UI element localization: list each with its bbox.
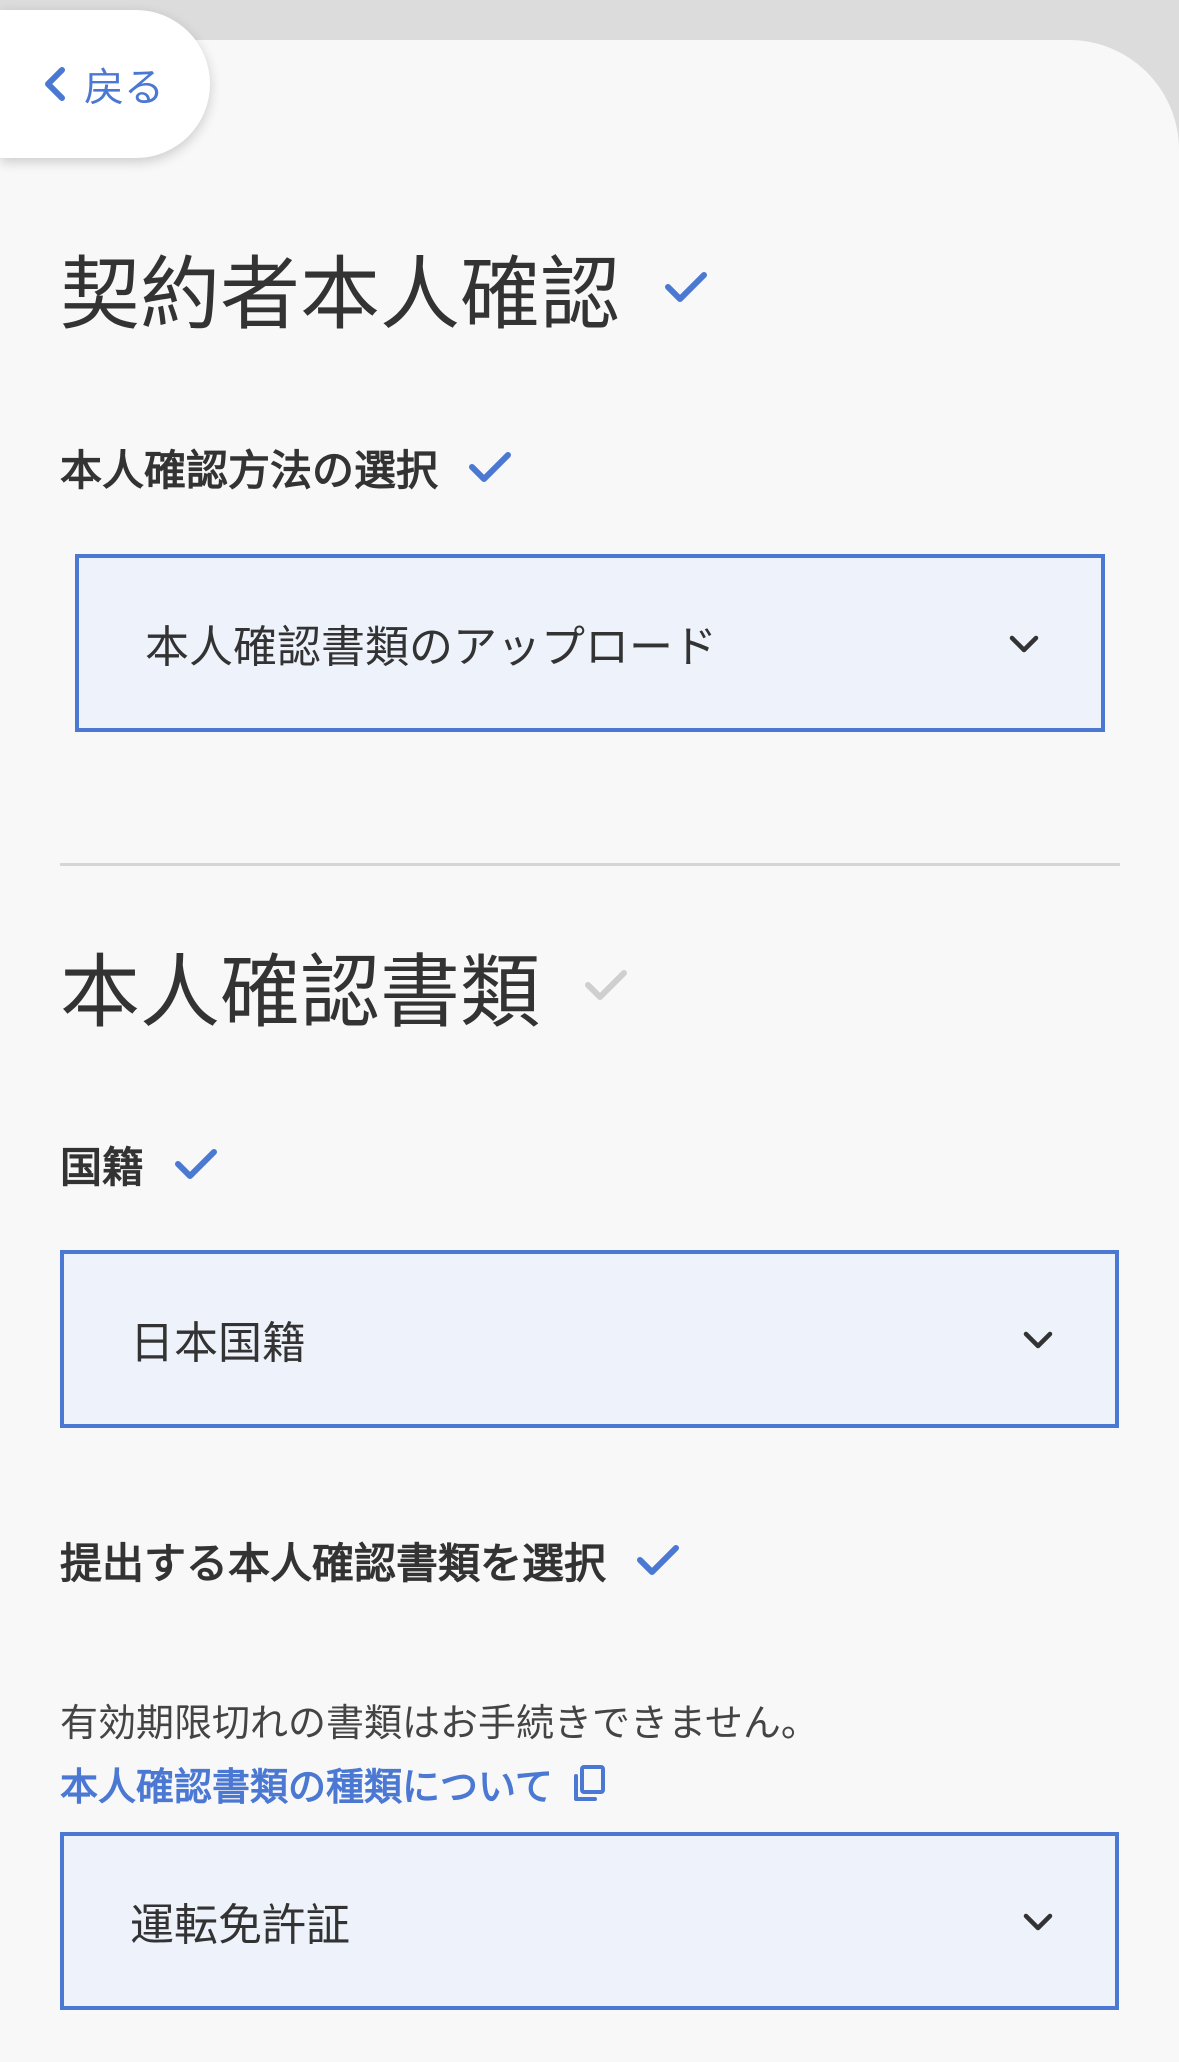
- method-selection-label: 本人確認方法の選択: [60, 437, 512, 498]
- document-type-select-value: 運転免許証: [130, 1900, 350, 1951]
- check-icon: [637, 1544, 680, 1575]
- document-types-info-link-text: 本人確認書類の種類について: [60, 1765, 553, 1809]
- method-select-value: 本人確認書類のアップロード: [145, 622, 717, 673]
- check-icon: [469, 451, 512, 482]
- nationality-select-value: 日本国籍: [130, 1318, 306, 1369]
- method-select[interactable]: 本人確認書類のアップロード: [75, 554, 1105, 732]
- document-type-select[interactable]: 運転免許証: [60, 1832, 1119, 2010]
- document-types-info-link[interactable]: 本人確認書類の種類について: [60, 1756, 607, 1811]
- chevron-down-icon: [1023, 1913, 1053, 1931]
- chevron-down-icon: [1023, 1331, 1053, 1349]
- section-title-contractor-verification: 契約者本人確認: [60, 230, 708, 346]
- section-divider: [60, 863, 1120, 866]
- chevron-down-icon: [1009, 635, 1039, 653]
- section-title-text: 契約者本人確認: [60, 248, 620, 341]
- form-sheet: 契約者本人確認 本人確認方法の選択 本人確認書類のアップロード 本人確認書類 国…: [0, 40, 1179, 2062]
- back-button[interactable]: 戻る: [0, 10, 210, 158]
- section-title-text: 本人確認書類: [60, 946, 540, 1039]
- nationality-label-text: 国籍: [60, 1143, 145, 1192]
- section-title-identity-documents: 本人確認書類: [60, 928, 628, 1044]
- back-label: 戻る: [84, 65, 164, 111]
- check-icon: [585, 970, 627, 1000]
- check-icon: [175, 1148, 218, 1179]
- document-type-label: 提出する本人確認書類を選択: [60, 1530, 680, 1591]
- nationality-label: 国籍: [60, 1134, 218, 1195]
- chevron-left-icon: [45, 67, 65, 101]
- nationality-select[interactable]: 日本国籍: [60, 1250, 1119, 1428]
- method-selection-text: 本人確認方法の選択: [60, 446, 439, 495]
- external-window-icon: [573, 1764, 605, 1801]
- expiry-note: 有効期限切れの書類はお手続きできません。: [60, 1701, 819, 1745]
- check-icon: [665, 272, 707, 302]
- document-type-label-text: 提出する本人確認書類を選択: [60, 1539, 607, 1588]
